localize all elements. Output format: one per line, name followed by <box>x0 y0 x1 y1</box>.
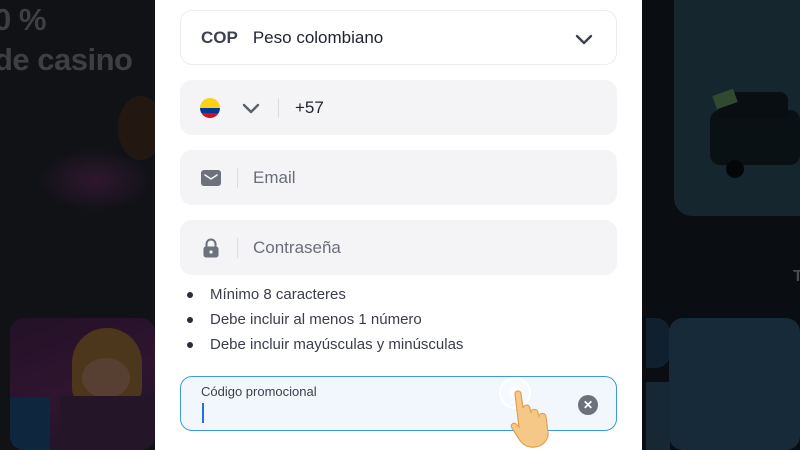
background-promo-banner[interactable] <box>674 0 800 216</box>
registration-modal: COP Peso colombiano +57 Email Contraseña <box>155 0 642 450</box>
promo-code-input[interactable] <box>201 401 561 423</box>
phone-input[interactable]: +57 <box>180 80 617 135</box>
password-rule: Mínimo 8 caracteres <box>187 286 463 311</box>
password-rule: Debe incluir al menos 1 número <box>187 311 463 336</box>
currency-select[interactable]: COP Peso colombiano <box>180 10 617 65</box>
password-rule: Debe incluir mayúsculas y minúsculas <box>187 336 463 361</box>
field-divider <box>237 167 238 188</box>
background-game-card[interactable] <box>646 318 670 368</box>
password-placeholder: Contraseña <box>253 237 341 257</box>
background-game-card[interactable] <box>10 318 155 450</box>
currency-code: COP <box>201 27 238 47</box>
currency-name: Peso colombiano <box>252 27 384 47</box>
password-rules-list: Mínimo 8 caracteres Debe incluir al meno… <box>187 286 463 361</box>
text-caret <box>202 403 204 423</box>
email-field[interactable]: Email <box>180 150 617 205</box>
promo-code-field[interactable]: Código promocional ✕ <box>180 376 617 431</box>
email-placeholder: Email <box>253 167 296 187</box>
background-heading-line2: de casino <box>0 42 133 77</box>
chevron-down-icon[interactable] <box>241 98 261 118</box>
background-glow-art <box>40 150 150 210</box>
field-divider <box>278 97 279 118</box>
background-heading-line1: 0 % <box>0 2 46 37</box>
lock-icon <box>203 238 219 257</box>
envelope-icon <box>201 169 221 186</box>
clear-x-icon[interactable]: ✕ <box>578 395 598 415</box>
password-field[interactable]: Contraseña <box>180 220 617 275</box>
background-game-card[interactable] <box>646 382 670 450</box>
phone-dial-code: +57 <box>295 97 324 117</box>
background-left-panel: 0 % de casino <box>0 0 164 450</box>
colombia-flag-icon <box>200 97 220 118</box>
background-game-card[interactable] <box>669 318 800 450</box>
chevron-down-icon[interactable] <box>574 29 594 49</box>
promo-code-label: Código promocional <box>201 384 317 399</box>
background-right-text: T <box>793 268 800 285</box>
field-divider <box>237 237 238 258</box>
